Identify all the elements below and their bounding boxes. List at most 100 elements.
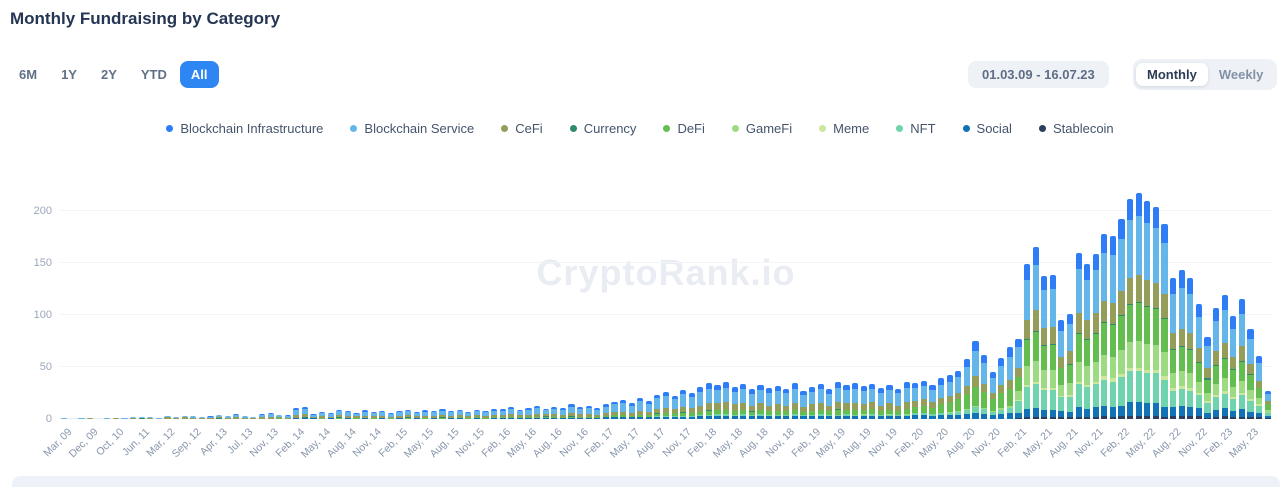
bar-column[interactable] xyxy=(456,409,463,419)
bar-column[interactable] xyxy=(508,406,515,419)
bar-column[interactable] xyxy=(448,410,455,419)
bar-column[interactable] xyxy=(1041,275,1048,419)
bar-column[interactable] xyxy=(525,407,532,419)
bar-column[interactable] xyxy=(980,354,988,419)
bar-column[interactable] xyxy=(1144,200,1151,419)
bar-column[interactable] xyxy=(852,382,859,419)
bar-column[interactable] xyxy=(894,388,902,419)
bar-column[interactable] xyxy=(989,372,996,419)
bar-column[interactable] xyxy=(301,406,309,419)
legend-item-gamefi[interactable]: GameFi xyxy=(731,121,792,136)
bar-column[interactable] xyxy=(1221,295,1228,419)
bar-column[interactable] xyxy=(1092,253,1099,419)
bar-column[interactable] xyxy=(637,398,644,419)
bar-column[interactable] xyxy=(1247,328,1254,419)
bar-column[interactable] xyxy=(1015,338,1022,419)
range-button-ytd[interactable]: YTD xyxy=(130,61,178,88)
bar-column[interactable] xyxy=(1178,270,1185,419)
bar-column[interactable] xyxy=(1023,264,1031,419)
bar-column[interactable] xyxy=(473,409,480,419)
bar-column[interactable] xyxy=(1230,316,1237,419)
bar-column[interactable] xyxy=(542,408,549,419)
bar-column[interactable] xyxy=(1256,355,1263,419)
bar-column[interactable] xyxy=(1127,198,1134,419)
toggle-monthly[interactable]: Monthly xyxy=(1136,63,1208,86)
bar-column[interactable] xyxy=(714,384,721,419)
bar-column[interactable] xyxy=(920,380,927,419)
bar-column[interactable] xyxy=(963,358,970,419)
range-button-2y[interactable]: 2Y xyxy=(90,61,128,88)
bar-column[interactable] xyxy=(516,409,523,419)
bar-column[interactable] xyxy=(430,410,437,419)
bar-column[interactable] xyxy=(1238,299,1245,419)
bar-column[interactable] xyxy=(1195,303,1203,419)
legend-item-social[interactable]: Social xyxy=(962,121,1012,136)
bar-column[interactable] xyxy=(293,407,300,419)
bar-column[interactable] xyxy=(1058,320,1065,419)
legend-item-cefi[interactable]: CeFi xyxy=(501,121,543,136)
bar-column[interactable] xyxy=(800,390,807,419)
bar-column[interactable] xyxy=(1161,223,1168,419)
bar-column[interactable] xyxy=(1135,193,1142,419)
bar-column[interactable] xyxy=(843,384,850,419)
bar-column[interactable] xyxy=(559,407,566,419)
bar-column[interactable] xyxy=(1152,206,1160,419)
bar-column[interactable] xyxy=(912,382,919,419)
bar-column[interactable] xyxy=(1264,391,1271,419)
legend-item-currency[interactable]: Currency xyxy=(569,121,636,136)
legend-item-defi[interactable]: DeFi xyxy=(663,121,705,136)
bar-column[interactable] xyxy=(791,382,799,419)
bar-column[interactable] xyxy=(422,409,429,419)
bar-column[interactable] xyxy=(955,371,962,419)
bar-column[interactable] xyxy=(817,383,824,419)
bar-column[interactable] xyxy=(886,384,893,419)
bar-column[interactable] xyxy=(576,406,584,419)
bar-column[interactable] xyxy=(439,408,446,419)
bar-column[interactable] xyxy=(370,411,377,419)
bar-column[interactable] xyxy=(766,387,773,419)
bar-column[interactable] xyxy=(998,357,1005,419)
bar-column[interactable] xyxy=(1213,307,1220,419)
bar-column[interactable] xyxy=(465,411,472,419)
range-button-all[interactable]: All xyxy=(179,61,219,88)
bar-column[interactable] xyxy=(877,387,884,419)
date-range-pill[interactable]: 01.03.09 - 16.07.23 xyxy=(968,61,1109,88)
bar-column[interactable] xyxy=(680,389,687,419)
bar-column[interactable] xyxy=(533,405,541,419)
bar-column[interactable] xyxy=(499,408,506,419)
bar-column[interactable] xyxy=(1101,233,1108,419)
bar-column[interactable] xyxy=(1066,314,1074,419)
toggle-weekly[interactable]: Weekly xyxy=(1208,63,1275,86)
legend-item-blockchain-infrastructure[interactable]: Blockchain Infrastructure xyxy=(166,121,323,136)
bar-column[interactable] xyxy=(688,393,695,419)
bar-column[interactable] xyxy=(748,388,756,419)
bar-column[interactable] xyxy=(405,409,412,419)
bar-column[interactable] xyxy=(1075,252,1082,419)
bar-column[interactable] xyxy=(645,401,652,419)
bar-column[interactable] xyxy=(628,403,635,419)
bar-column[interactable] xyxy=(946,375,953,419)
bar-column[interactable] xyxy=(336,409,343,419)
bar-column[interactable] xyxy=(671,396,678,419)
bar-column[interactable] xyxy=(697,386,704,419)
bar-column[interactable] xyxy=(413,411,420,419)
bar-column[interactable] xyxy=(1084,264,1091,419)
bar-column[interactable] xyxy=(740,383,747,419)
bar-column[interactable] xyxy=(937,378,945,419)
bar-column[interactable] xyxy=(1049,274,1056,419)
bar-column[interactable] xyxy=(731,386,738,419)
bar-column[interactable] xyxy=(834,381,841,419)
bar-column[interactable] xyxy=(1118,219,1125,419)
bar-column[interactable] xyxy=(1187,277,1194,419)
bar-column[interactable] xyxy=(662,392,670,419)
bar-column[interactable] xyxy=(594,407,601,419)
range-button-6m[interactable]: 6M xyxy=(8,61,48,88)
bar-column[interactable] xyxy=(860,385,867,419)
bar-column[interactable] xyxy=(723,381,730,419)
bar-column[interactable] xyxy=(1006,347,1013,419)
bar-column[interactable] xyxy=(774,385,781,419)
bar-column[interactable] xyxy=(705,382,713,419)
bar-column[interactable] xyxy=(757,384,764,419)
bar-column[interactable] xyxy=(396,410,403,419)
bar-column[interactable] xyxy=(551,406,558,419)
